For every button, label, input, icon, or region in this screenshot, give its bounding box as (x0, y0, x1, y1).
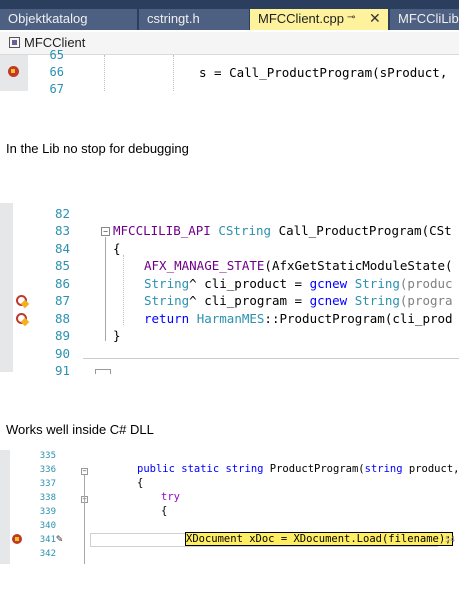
code-line: { (137, 477, 144, 489)
line-number: 89 (54, 328, 70, 343)
brush-icon[interactable]: ✎ (56, 532, 63, 545)
tab-cstringt-h[interactable]: cstringt.h (139, 9, 249, 30)
line-number: 87 (54, 293, 70, 308)
line-number: 340 (39, 521, 56, 531)
line-number: 90 (54, 346, 70, 361)
tab-label: MFCClient.cpp (258, 11, 344, 26)
breakpoint-margin[interactable] (0, 203, 13, 372)
code-line: { (113, 241, 121, 256)
tab-label: cstringt.h (147, 11, 200, 26)
breakpoint-unbound-icon[interactable] (16, 295, 27, 306)
line-number: 66 (49, 65, 64, 79)
fold-guide-line (84, 475, 85, 564)
peek-popup (83, 358, 459, 374)
tab-label: MFCCliLib. (398, 11, 459, 26)
line-number: 67 (49, 82, 64, 96)
highlighted-statement: XDocument xDoc = XDocument.Load(filename… (185, 532, 453, 546)
indent-guide (173, 55, 174, 91)
line-number: 336 (39, 465, 56, 475)
code-line: try (161, 491, 180, 503)
code-line: return HarmanMES::ProductProgram(cli_pro… (144, 311, 453, 326)
pin-icon[interactable]: ⊸ (347, 12, 355, 23)
code-line: } (113, 328, 121, 343)
scope-navigation-bar[interactable]: MFCClient (0, 32, 459, 55)
tab-mfcclilib[interactable]: MFCCliLib. (390, 9, 459, 30)
line-number: 341 (39, 535, 56, 545)
breakpoint-margin[interactable] (0, 450, 10, 564)
class-icon (9, 37, 20, 48)
code-line: s = Call_ProductProgram(sProduct, (199, 65, 455, 80)
code-editor-csharp[interactable]: ✎ 335 336 337 338 339 340 341 342 − − pu… (0, 450, 459, 564)
document-tab-bar: Objektkatalog cstringt.h MFCClient.cpp ⊸… (0, 0, 459, 30)
code-line: MFCCLILIB_API CString Call_ProductProgra… (113, 223, 452, 238)
close-icon[interactable]: ✕ (369, 10, 381, 27)
code-editor-mfcclient[interactable]: 65 66 67 s = Call_ProductProgram(sProduc… (0, 48, 459, 96)
breakpoint-current-icon[interactable] (8, 66, 19, 77)
line-number: 85 (54, 258, 70, 273)
line-number: 84 (54, 241, 70, 256)
line-number: 342 (39, 549, 56, 559)
line-number: 65 (49, 48, 64, 62)
line-number: 335 (39, 451, 56, 461)
tab-label: Objektkatalog (8, 11, 88, 26)
code-line: public static string ProductProgram(stri… (137, 463, 459, 475)
tab-objektkatalog[interactable]: Objektkatalog (0, 9, 137, 30)
fold-guide-line (105, 237, 106, 341)
caption-lib-no-stop: In the Lib no stop for debugging (6, 141, 189, 156)
breakpoint-current-icon[interactable] (12, 534, 22, 544)
indent-guide (123, 255, 124, 325)
line-number: 83 (54, 223, 70, 238)
code-line: AFX_MANAGE_STATE(AfxGetStaticModuleState… (144, 258, 453, 273)
indent-guide (104, 55, 105, 91)
line-number: 339 (39, 507, 56, 517)
code-editor-mfcclilib[interactable]: 82 83 84 85 86 87 88 89 90 91 − MFCCLILI… (0, 203, 459, 378)
popup-icon (95, 369, 111, 374)
code-line: String^ cli_program = gcnew String(progr… (144, 293, 453, 308)
code-line: String^ cli_product = gcnew String(produ… (144, 276, 453, 291)
line-number: 88 (54, 311, 70, 326)
line-number: 86 (54, 276, 70, 291)
line-number: 91 (54, 363, 70, 378)
line-number: 338 (39, 493, 56, 503)
breakpoint-unbound-icon[interactable] (16, 313, 27, 324)
tab-mfcclient-cpp[interactable]: MFCClient.cpp ⊸ ✕ (250, 9, 388, 30)
collapse-toggle[interactable]: − (101, 227, 110, 236)
elapsed-time-tip: 54 (445, 535, 456, 544)
line-number: 337 (39, 479, 56, 489)
line-number: 82 (54, 206, 70, 221)
collapse-toggle[interactable]: − (81, 468, 88, 475)
caption-works-in-csharp: Works well inside C# DLL (6, 422, 154, 437)
code-line: { (161, 505, 168, 517)
